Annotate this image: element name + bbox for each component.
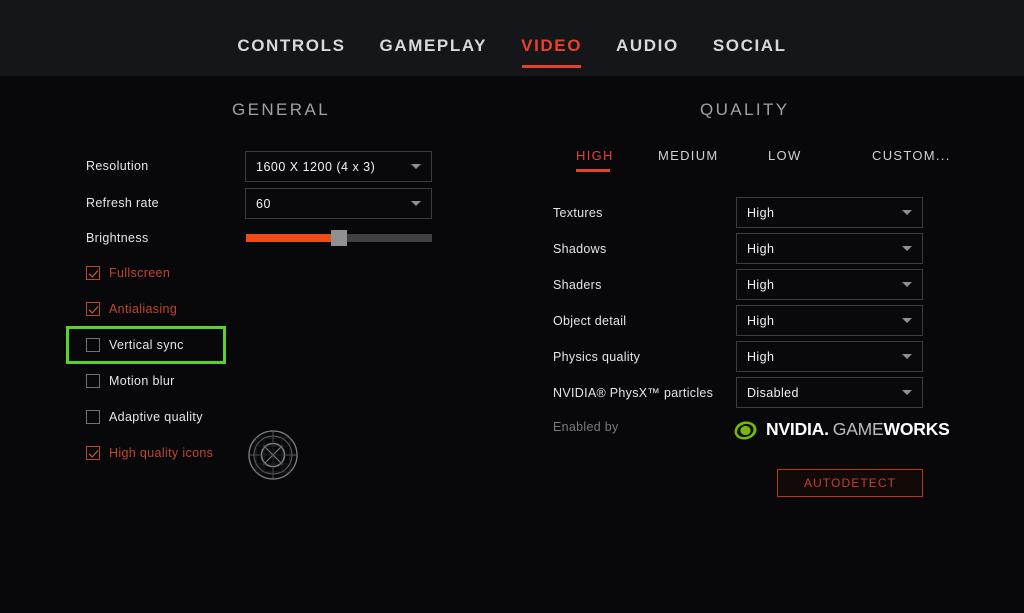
- quality-preset-medium[interactable]: MEDIUM: [658, 148, 719, 172]
- quality-row-shaders: Shaders: [553, 270, 733, 300]
- quality-dropdown-object-detail[interactable]: High: [736, 305, 923, 336]
- reticle-icon: [248, 430, 298, 480]
- enabled-by-label: Enabled by: [553, 420, 619, 434]
- nvidia-gameworks-logo: NVIDIA. GAMEWORKS: [733, 418, 950, 442]
- quality-row-physics-quality: Physics quality: [553, 342, 733, 372]
- quality-value-object-detail: High: [747, 313, 775, 328]
- main-nav: CONTROLS GAMEPLAY VIDEO AUDIO SOCIAL: [237, 36, 786, 68]
- checkbox-label: Adaptive quality: [109, 410, 203, 424]
- checkbox-adaptive-quality[interactable]: Adaptive quality: [86, 407, 203, 427]
- quality-preset-custom[interactable]: CUSTOM...: [872, 148, 951, 172]
- chevron-down-icon: [411, 164, 421, 169]
- chevron-down-icon: [902, 318, 912, 323]
- refresh-rate-label: Refresh rate: [86, 196, 159, 210]
- checkbox-vertical-sync[interactable]: Vertical sync: [86, 335, 184, 355]
- checkbox-label: High quality icons: [109, 446, 214, 460]
- tab-gameplay[interactable]: GAMEPLAY: [380, 36, 488, 68]
- logo-nvidia-text: NVIDIA.: [766, 419, 829, 440]
- autodetect-label: AUTODETECT: [803, 476, 897, 490]
- logo-works-text: WORKS: [883, 419, 950, 440]
- resolution-label: Resolution: [86, 159, 149, 173]
- brightness-slider-fill: [246, 234, 339, 242]
- brightness-row: Brightness: [86, 225, 236, 251]
- quality-row-object-detail: Object detail: [553, 306, 733, 336]
- refresh-rate-row: Refresh rate: [86, 190, 236, 216]
- tab-social[interactable]: SOCIAL: [713, 36, 787, 68]
- quality-dropdown-textures[interactable]: High: [736, 197, 923, 228]
- refresh-rate-dropdown[interactable]: 60: [245, 188, 432, 219]
- video-settings-screen: CONTROLS GAMEPLAY VIDEO AUDIO SOCIAL GENERAL…: [0, 0, 1024, 613]
- chevron-down-icon: [411, 201, 421, 206]
- chevron-down-icon: [902, 246, 912, 251]
- logo-gameworks-text: GAMEWORKS: [833, 421, 950, 439]
- checkbox-label: Vertical sync: [109, 338, 184, 352]
- checkmark-icon: [86, 266, 100, 280]
- checkmark-icon: [86, 446, 100, 460]
- quality-value-physics-quality: High: [747, 349, 775, 364]
- empty-checkbox-icon: [86, 374, 100, 388]
- general-section-title: GENERAL: [232, 100, 331, 119]
- chevron-down-icon: [902, 210, 912, 215]
- tab-audio[interactable]: AUDIO: [616, 36, 679, 68]
- resolution-row: Resolution: [86, 153, 236, 179]
- resolution-dropdown[interactable]: 1600 X 1200 (4 x 3): [245, 151, 432, 182]
- quality-label-nvidia-physx-particles: NVIDIA® PhysX™ particles: [553, 386, 714, 400]
- quality-dropdown-nvidia-physx-particles[interactable]: Disabled: [736, 377, 923, 408]
- checkbox-label: Motion blur: [109, 374, 175, 388]
- refresh-rate-value: 60: [256, 196, 271, 211]
- quality-preset-high[interactable]: HIGH: [576, 148, 614, 172]
- quality-dropdown-shadows[interactable]: High: [736, 233, 923, 264]
- checkbox-label: Fullscreen: [109, 266, 171, 280]
- checkbox-label: Antialiasing: [109, 302, 178, 316]
- checkbox-antialiasing[interactable]: Antialiasing: [86, 299, 177, 319]
- quality-value-nvidia-physx-particles: Disabled: [747, 385, 799, 400]
- quality-label-textures: Textures: [553, 206, 603, 220]
- quality-dropdown-shaders[interactable]: High: [736, 269, 923, 300]
- quality-preset-low[interactable]: LOW: [768, 148, 802, 172]
- quality-value-shadows: High: [747, 241, 775, 256]
- checkbox-high-quality-icons[interactable]: High quality icons: [86, 443, 213, 463]
- empty-checkbox-icon: [86, 410, 100, 424]
- quality-row-textures: Textures: [553, 198, 733, 228]
- nvidia-eye-icon: [734, 421, 757, 439]
- checkbox-fullscreen[interactable]: Fullscreen: [86, 263, 170, 283]
- quality-row-shadows: Shadows: [553, 234, 733, 264]
- main-tab-bar: CONTROLS GAMEPLAY VIDEO AUDIO SOCIAL: [0, 0, 1024, 76]
- autodetect-button[interactable]: AUTODETECT: [777, 469, 923, 497]
- brightness-slider-thumb[interactable]: [331, 230, 347, 246]
- quality-section-title: QUALITY: [700, 100, 790, 119]
- chevron-down-icon: [902, 282, 912, 287]
- empty-checkbox-icon: [86, 338, 100, 352]
- brightness-slider[interactable]: [246, 230, 432, 246]
- tab-controls[interactable]: CONTROLS: [237, 36, 345, 68]
- quality-dropdown-physics-quality[interactable]: High: [736, 341, 923, 372]
- logo-game-text: GAME: [832, 419, 884, 440]
- quality-value-shaders: High: [747, 277, 775, 292]
- quality-label-shadows: Shadows: [553, 242, 607, 256]
- checkbox-motion-blur[interactable]: Motion blur: [86, 371, 175, 391]
- quality-label-shaders: Shaders: [553, 278, 602, 292]
- chevron-down-icon: [902, 390, 912, 395]
- quality-label-object-detail: Object detail: [553, 314, 627, 328]
- resolution-value: 1600 X 1200 (4 x 3): [256, 159, 376, 174]
- quality-row-nvidia-physx-particles: NVIDIA® PhysX™ particles: [553, 378, 733, 408]
- brightness-label: Brightness: [86, 231, 149, 245]
- chevron-down-icon: [902, 354, 912, 359]
- tab-video[interactable]: VIDEO: [521, 36, 582, 68]
- quality-label-physics-quality: Physics quality: [553, 350, 641, 364]
- checkmark-icon: [86, 302, 100, 316]
- quality-value-textures: High: [747, 205, 775, 220]
